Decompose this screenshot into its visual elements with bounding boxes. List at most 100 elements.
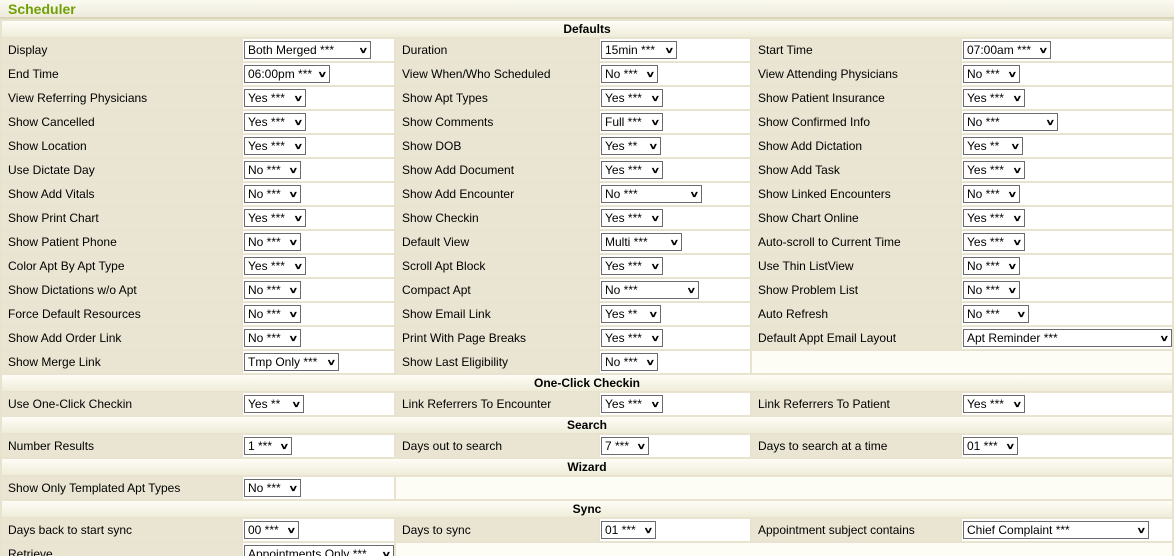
scheduler-settings-page: Scheduler DefaultsDisplayBoth Merged ***… [0, 0, 1174, 556]
retrieve-select[interactable]: Appointments Only ***∨ [244, 545, 394, 556]
show-problem-list-select[interactable]: No ***∨ [963, 281, 1020, 299]
section-header-one-click-checkin: One-Click Checkin [2, 375, 1172, 391]
selected-option: Yes *** [605, 396, 642, 412]
show-checkin-select[interactable]: Yes *** ∨ [601, 209, 663, 227]
show-add-document-select[interactable]: Yes ***∨ [601, 161, 663, 179]
days-to-sync-select[interactable]: 01 ***∨ [601, 521, 656, 539]
display-select[interactable]: Both Merged ***∨ [244, 41, 371, 59]
days-out-to-search-select[interactable]: 7 ***∨ [601, 437, 649, 455]
show-patient-phone-select[interactable]: No ***∨ [244, 233, 301, 251]
selected-option: No *** [967, 306, 1000, 322]
end-time-select[interactable]: 06:00pm ***∨ [244, 65, 330, 83]
show-only-templated-apt-types-select[interactable]: No *** ∨ [244, 479, 301, 497]
show-add-vitals-select[interactable]: No ***∨ [244, 185, 301, 203]
show-dictations-w-o-apt-select[interactable]: No *** ∨ [244, 281, 301, 299]
selected-option: 01 *** [605, 522, 636, 538]
auto-scroll-to-current-time-select[interactable]: Yes ***∨ [963, 233, 1025, 251]
use-dictate-day-select[interactable]: No ***∨ [244, 161, 301, 179]
show-apt-types-select[interactable]: Yes ***∨ [601, 89, 663, 107]
show-add-encounter-select[interactable]: No ***∨ [601, 185, 702, 203]
show-location-select[interactable]: Yes ***∨ [244, 137, 306, 155]
selected-option: Yes *** [605, 210, 642, 226]
view-referring-physicians-select[interactable]: Yes ***∨ [244, 89, 306, 107]
show-add-task-select[interactable]: Yes ***∨ [963, 161, 1025, 179]
view-when-who-scheduled-select[interactable]: No ***∨ [601, 65, 658, 83]
default-appt-email-layout-select[interactable]: Apt Reminder ***∨ [963, 329, 1172, 347]
label-days-to-search-at-a-time: Days to search at a time [752, 435, 960, 457]
label-appointment-subject-contains: Appointment subject contains [752, 519, 960, 541]
show-dob-select[interactable]: Yes **∨ [601, 137, 661, 155]
use-thin-listview-select[interactable]: No ***∨ [963, 257, 1020, 275]
selected-option: 00 *** [248, 522, 279, 538]
scroll-apt-block-select[interactable]: Yes ***∨ [601, 257, 663, 275]
value-cell: No ***∨ [243, 159, 394, 181]
print-with-page-breaks-select[interactable]: Yes ***∨ [601, 329, 663, 347]
show-merge-link-select[interactable]: Tmp Only ***∨ [244, 353, 339, 371]
show-print-chart-select[interactable]: Yes ***∨ [244, 209, 306, 227]
chevron-down-icon: ∨ [289, 190, 299, 199]
label-show-checkin: Show Checkin [396, 207, 598, 229]
label-default-appt-email-layout: Default Appt Email Layout [752, 327, 960, 349]
selected-option: No *** [248, 480, 281, 496]
label-show-dictations-w-o-apt: Show Dictations w/o Apt [2, 279, 241, 301]
days-to-search-at-a-time-select[interactable]: 01 ***∨ [963, 437, 1018, 455]
chevron-down-icon: ∨ [1013, 214, 1023, 223]
show-add-dictation-select[interactable]: Yes **∨ [963, 137, 1023, 155]
label-view-attending-physicians: View Attending Physicians [752, 63, 960, 85]
days-back-to-start-sync-select[interactable]: 00 ***∨ [244, 521, 299, 539]
selected-option: Appointments Only *** [248, 546, 367, 556]
value-cell: Yes ***∨ [600, 87, 750, 109]
chevron-down-icon: ∨ [294, 94, 304, 103]
number-results-select[interactable]: 1 ***∨ [244, 437, 292, 455]
chevron-down-icon: ∨ [651, 214, 661, 223]
link-referrers-to-encounter-select[interactable]: Yes ***∨ [601, 395, 663, 413]
value-cell: No ***∨ [243, 303, 394, 325]
label-show-apt-types: Show Apt Types [396, 87, 598, 109]
show-add-order-link-select[interactable]: No ***∨ [244, 329, 301, 347]
settings-table: DefaultsDisplayBoth Merged ***∨Duration1… [0, 19, 1174, 556]
value-cell: Yes *** ∨ [600, 207, 750, 229]
show-last-eligibility-select[interactable]: No ***∨ [601, 353, 658, 371]
value-cell: Yes ***∨ [962, 231, 1172, 253]
show-comments-select[interactable]: Full ***∨ [601, 113, 663, 131]
use-one-click-checkin-select[interactable]: Yes **∨ [244, 395, 304, 413]
selected-option: 07:00am *** [967, 42, 1031, 58]
label-link-referrers-to-patient: Link Referrers To Patient [752, 393, 960, 415]
chevron-down-icon: ∨ [1013, 94, 1023, 103]
chevron-down-icon: ∨ [1008, 286, 1018, 295]
view-attending-physicians-select[interactable]: No ***∨ [963, 65, 1020, 83]
compact-apt-select[interactable]: No ***∨ [601, 281, 699, 299]
selected-option: Yes *** [248, 258, 285, 274]
selected-option: No *** [248, 282, 281, 298]
value-cell: No *** ∨ [243, 477, 394, 499]
selected-option: Multi *** [605, 234, 648, 250]
default-view-select[interactable]: Multi ***∨ [601, 233, 682, 251]
chevron-down-icon: ∨ [1006, 442, 1016, 451]
show-confirmed-info-select[interactable]: No ***∨ [963, 113, 1058, 131]
selected-option: No *** [967, 186, 1000, 202]
label-show-only-templated-apt-types: Show Only Templated Apt Types [2, 477, 241, 499]
label-show-add-dictation: Show Add Dictation [752, 135, 960, 157]
link-referrers-to-patient-select[interactable]: Yes ***∨ [963, 395, 1025, 413]
appointment-subject-contains-select[interactable]: Chief Complaint ***∨ [963, 521, 1149, 539]
value-cell: Yes ***∨ [243, 135, 394, 157]
show-email-link-select[interactable]: Yes **∨ [601, 305, 661, 323]
value-cell: No ***∨ [962, 183, 1172, 205]
duration-select[interactable]: 15min ***∨ [601, 41, 677, 59]
show-patient-insurance-select[interactable]: Yes ***∨ [963, 89, 1025, 107]
label-show-print-chart: Show Print Chart [2, 207, 241, 229]
show-cancelled-select[interactable]: Yes ***∨ [244, 113, 306, 131]
show-chart-online-select[interactable]: Yes ***∨ [963, 209, 1025, 227]
start-time-select[interactable]: 07:00am ***∨ [963, 41, 1051, 59]
auto-refresh-select[interactable]: No *** ∨ [963, 305, 1029, 323]
value-cell: No ***∨ [600, 63, 750, 85]
chevron-down-icon: ∨ [1013, 238, 1023, 247]
show-linked-encounters-select[interactable]: No ***∨ [963, 185, 1020, 203]
chevron-down-icon: ∨ [289, 484, 299, 493]
label-show-email-link: Show Email Link [396, 303, 598, 325]
force-default-resources-select[interactable]: No ***∨ [244, 305, 301, 323]
chevron-down-icon: ∨ [1017, 310, 1027, 319]
color-apt-by-apt-type-select[interactable]: Yes ***∨ [244, 257, 306, 275]
chevron-down-icon: ∨ [289, 286, 299, 295]
label-show-chart-online: Show Chart Online [752, 207, 960, 229]
